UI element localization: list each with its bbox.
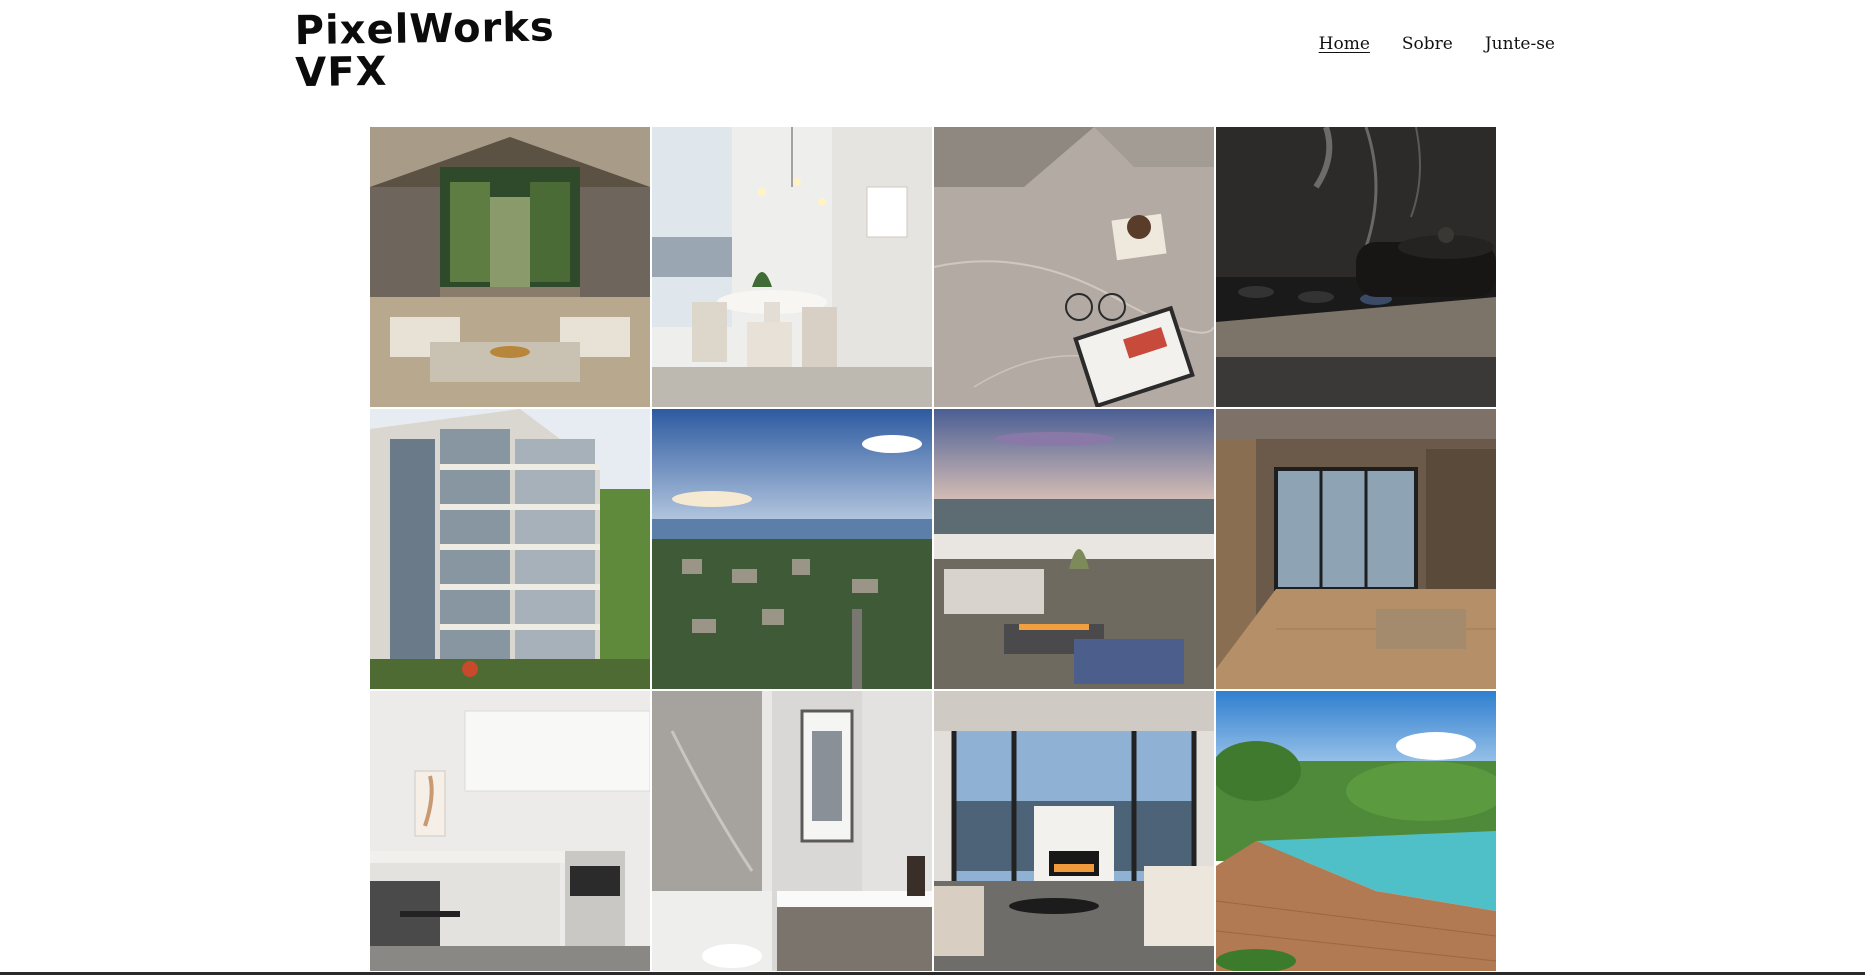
gallery-image-dining-room[interactable]: [652, 127, 932, 407]
gallery-image-bathroom[interactable]: [652, 691, 932, 971]
site-header: PixelWorks VFX Home Sobre Junte-se: [294, 0, 1555, 120]
gallery-image-living-room-terrace[interactable]: [1216, 409, 1496, 689]
nav-link-junte-se[interactable]: Junte-se: [1485, 34, 1555, 54]
gallery-image-fireplace-living[interactable]: [934, 691, 1214, 971]
nav-link-home[interactable]: Home: [1319, 34, 1370, 54]
brand-logo[interactable]: PixelWorks VFX: [294, 4, 595, 97]
gallery-image-rooftop-terrace[interactable]: [934, 409, 1214, 689]
gallery-image-condo-building[interactable]: [370, 409, 650, 689]
brand-name-line1: PixelWorks: [294, 4, 556, 55]
gallery-image-gas-cooktop[interactable]: [1216, 127, 1496, 407]
gallery-image-aerial-harbor[interactable]: [652, 409, 932, 689]
nav-link-sobre[interactable]: Sobre: [1402, 34, 1453, 54]
gallery-image-marble-countertop[interactable]: [934, 127, 1214, 407]
gallery-image-infinity-pool[interactable]: [1216, 691, 1496, 971]
gallery-image-white-kitchen[interactable]: [370, 691, 650, 971]
brand-name-line2: VFX: [294, 48, 388, 97]
gallery-image-living-room-vaulted[interactable]: [370, 127, 650, 407]
image-gallery: [370, 127, 1496, 971]
main-nav: Home Sobre Junte-se: [1319, 34, 1555, 54]
